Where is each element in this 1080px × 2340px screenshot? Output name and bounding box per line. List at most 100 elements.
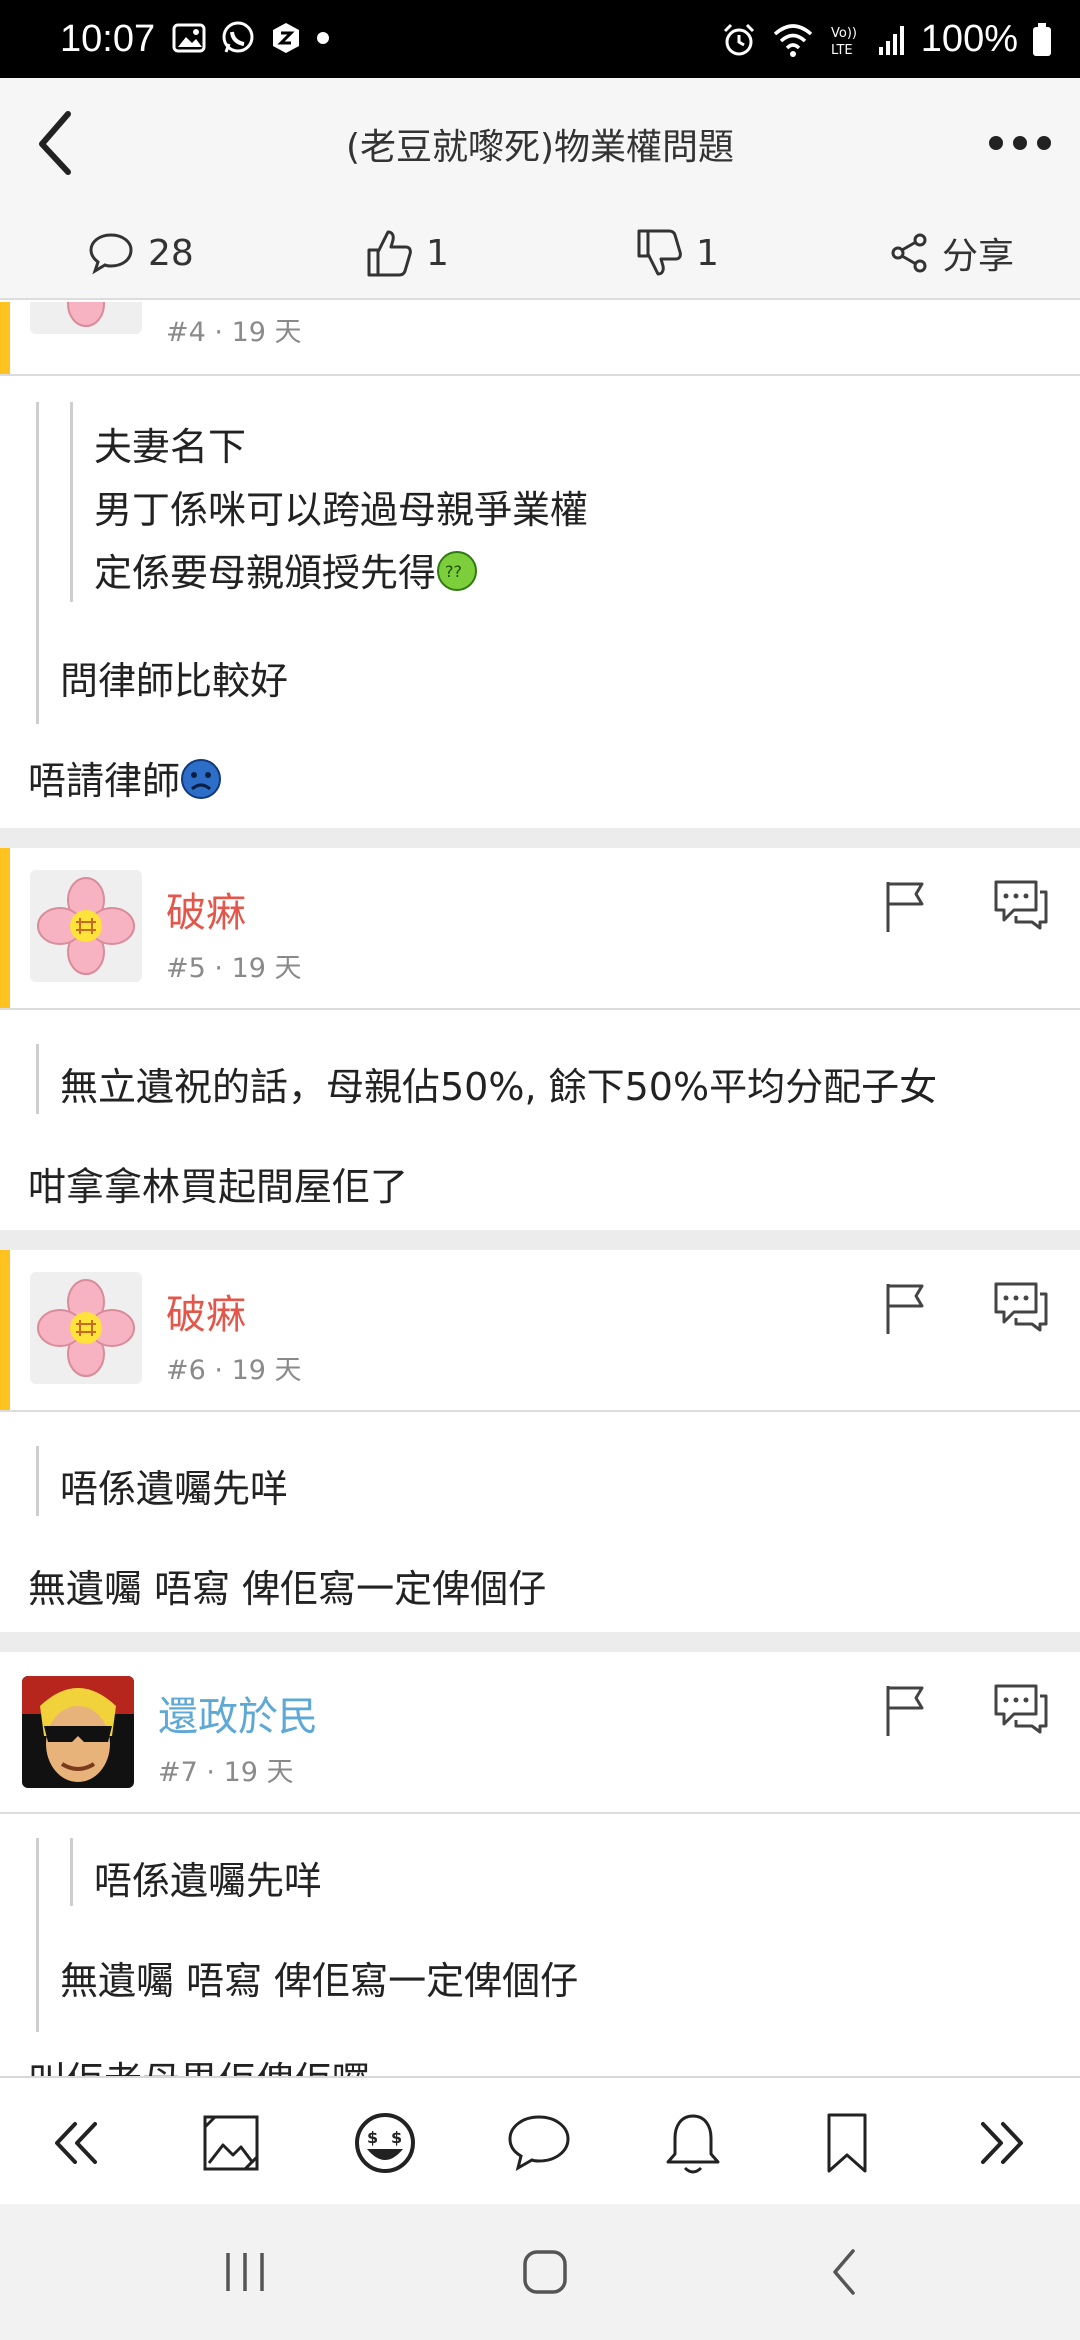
chevron-left-icon [39,111,71,175]
sunglasses-avatar-icon [22,1676,134,1788]
wifi-icon [773,23,812,57]
report-button[interactable] [882,1280,930,1336]
back-button[interactable] [28,102,92,186]
app-icon [273,23,299,53]
comments-button[interactable]: 28 [88,218,194,288]
quote-line: 無立遺祝的話，母親佔50%, 餘下50%平均分配子女 [60,1065,938,1109]
last-page-icon [981,2122,1023,2164]
battery-icon [1033,22,1051,56]
dot-icon [317,32,329,44]
quote-inner [70,1838,73,1906]
thread-header: (老豆就嚟死)物業權問題 28 1 1 分享 [0,78,1080,300]
reply-line: 叫佢老母畀佢俾佢囉 [28,2050,370,2076]
notification-button[interactable] [658,2108,728,2178]
emoji-button[interactable]: $ $ [350,2108,420,2178]
quote-line: 無遺囑 唔寫 俾佢寫一定俾個仔 [60,1959,579,2003]
post-meta: #5 · 19 天 [166,946,302,985]
recent-apps-button[interactable] [210,2242,280,2302]
more-button[interactable] [986,118,1054,168]
whatsapp-icon [222,21,254,53]
avatar[interactable] [30,1272,142,1384]
post-time: · 19 天 [214,1355,302,1386]
post-body-7: 唔係遺囑先咩 無遺囑 唔寫 俾佢寫一定俾個仔 叫佢老母畀佢俾佢囉 [0,1816,1080,2076]
image-icon [203,2115,259,2171]
share-button[interactable]: 分享 [890,218,1014,288]
thumbs-up-icon [367,230,412,277]
home-icon [523,2250,567,2294]
quote-reply-button[interactable] [992,878,1050,932]
flower-avatar-icon [67,302,105,327]
recent-apps-icon [226,2253,264,2291]
post-separator [0,1230,1080,1250]
thumbs-down-icon [637,229,682,276]
username[interactable]: 破痳 [166,880,246,938]
post-header-5: 破痳 #5 · 19 天 [0,848,1080,1010]
thread-actions: 28 1 1 分享 [0,218,1080,288]
reply-line: 唔請律師 [28,750,222,805]
status-bar: 10:07 Vo)) LTE 100% [0,0,1080,78]
post-meta: #7 · 19 天 [158,1750,294,1789]
username[interactable]: 破痳 [166,1282,246,1340]
svg-text:Vo)): Vo)) [831,26,857,41]
emoji-icon: $ $ [355,2113,415,2173]
image-button[interactable] [196,2108,266,2178]
svg-text:LTE: LTE [831,43,853,58]
quote-line: 問律師比較好 [60,659,289,703]
quote-line: 男丁係咪可以跨過母親爭業權 [94,488,589,532]
avatar[interactable] [22,1676,134,1788]
username[interactable]: 還政於民 [158,1684,318,1742]
post-floor: #6 [166,1355,206,1386]
bookmark-icon [827,2113,867,2173]
svg-text:$: $ [391,2128,402,2147]
quote-outer [36,402,39,724]
post-body-5: 無立遺祝的話，母親佔50%, 餘下50%平均分配子女 咁拿拿林買起間屋佢了 [0,1012,1080,1230]
quote-outer [36,1446,39,1516]
quote-reply-button[interactable] [992,1682,1050,1736]
chat-reply-icon [994,1282,1048,1332]
svg-text:??: ?? [445,562,462,581]
bookmark-button[interactable] [812,2108,882,2178]
post-header-6: 破痳 #6 · 19 天 [0,1250,1080,1412]
sad-emoji-icon [181,759,222,799]
quote-line: 夫妻名下 [94,425,247,469]
system-back-button[interactable] [810,2242,880,2302]
like-button[interactable]: 1 [366,218,449,288]
quote-reply-button[interactable] [992,1280,1050,1334]
flag-icon [886,1284,924,1334]
quote-inner [70,402,73,602]
flag-icon [886,1686,924,1736]
flower-avatar-icon [37,1279,135,1377]
post-body-4: 夫妻名下 男丁係咪可以跨過母親爭業權 定係要母親頒授先得?? 問律師比較好 唔請… [0,378,1080,828]
home-button[interactable] [510,2242,580,2302]
post-floor: #4 [166,317,206,348]
likes-count: 1 [426,232,449,274]
signal-icon [878,25,904,55]
comment-button[interactable] [504,2108,574,2178]
flag-icon [886,882,924,932]
post-meta: #6 · 19 天 [166,1348,302,1387]
battery-percent: 100% [920,18,1018,60]
confused-emoji-icon: ?? [437,551,478,591]
avatar[interactable] [30,302,142,334]
reply-line: 無遺囑 唔寫 俾佢寫一定俾個仔 [28,1567,547,1611]
post-header-4: #4 · 19 天 [0,302,1080,376]
report-button[interactable] [882,878,930,934]
post-time: · 19 天 [214,317,302,348]
back-chevron-icon [833,2249,855,2295]
post-time: · 19 天 [214,953,302,984]
avatar[interactable] [30,870,142,982]
post-header-7: 還政於民 #7 · 19 天 [0,1652,1080,1814]
first-page-button[interactable] [42,2108,112,2178]
bottom-toolbar: $ $ [0,2076,1080,2204]
dislikes-count: 1 [696,232,719,274]
last-page-button[interactable] [966,2108,1036,2178]
system-nav-bar [0,2204,1080,2340]
comment-icon [508,2115,570,2172]
post-separator [0,828,1080,848]
report-button[interactable] [882,1682,930,1738]
dislike-button[interactable]: 1 [636,218,719,288]
share-icon [891,233,927,273]
first-page-icon [55,2122,97,2164]
quote-line: 唔係遺囑先咩 [94,1859,323,1903]
quote-line: 唔係遺囑先咩 [60,1467,289,1511]
